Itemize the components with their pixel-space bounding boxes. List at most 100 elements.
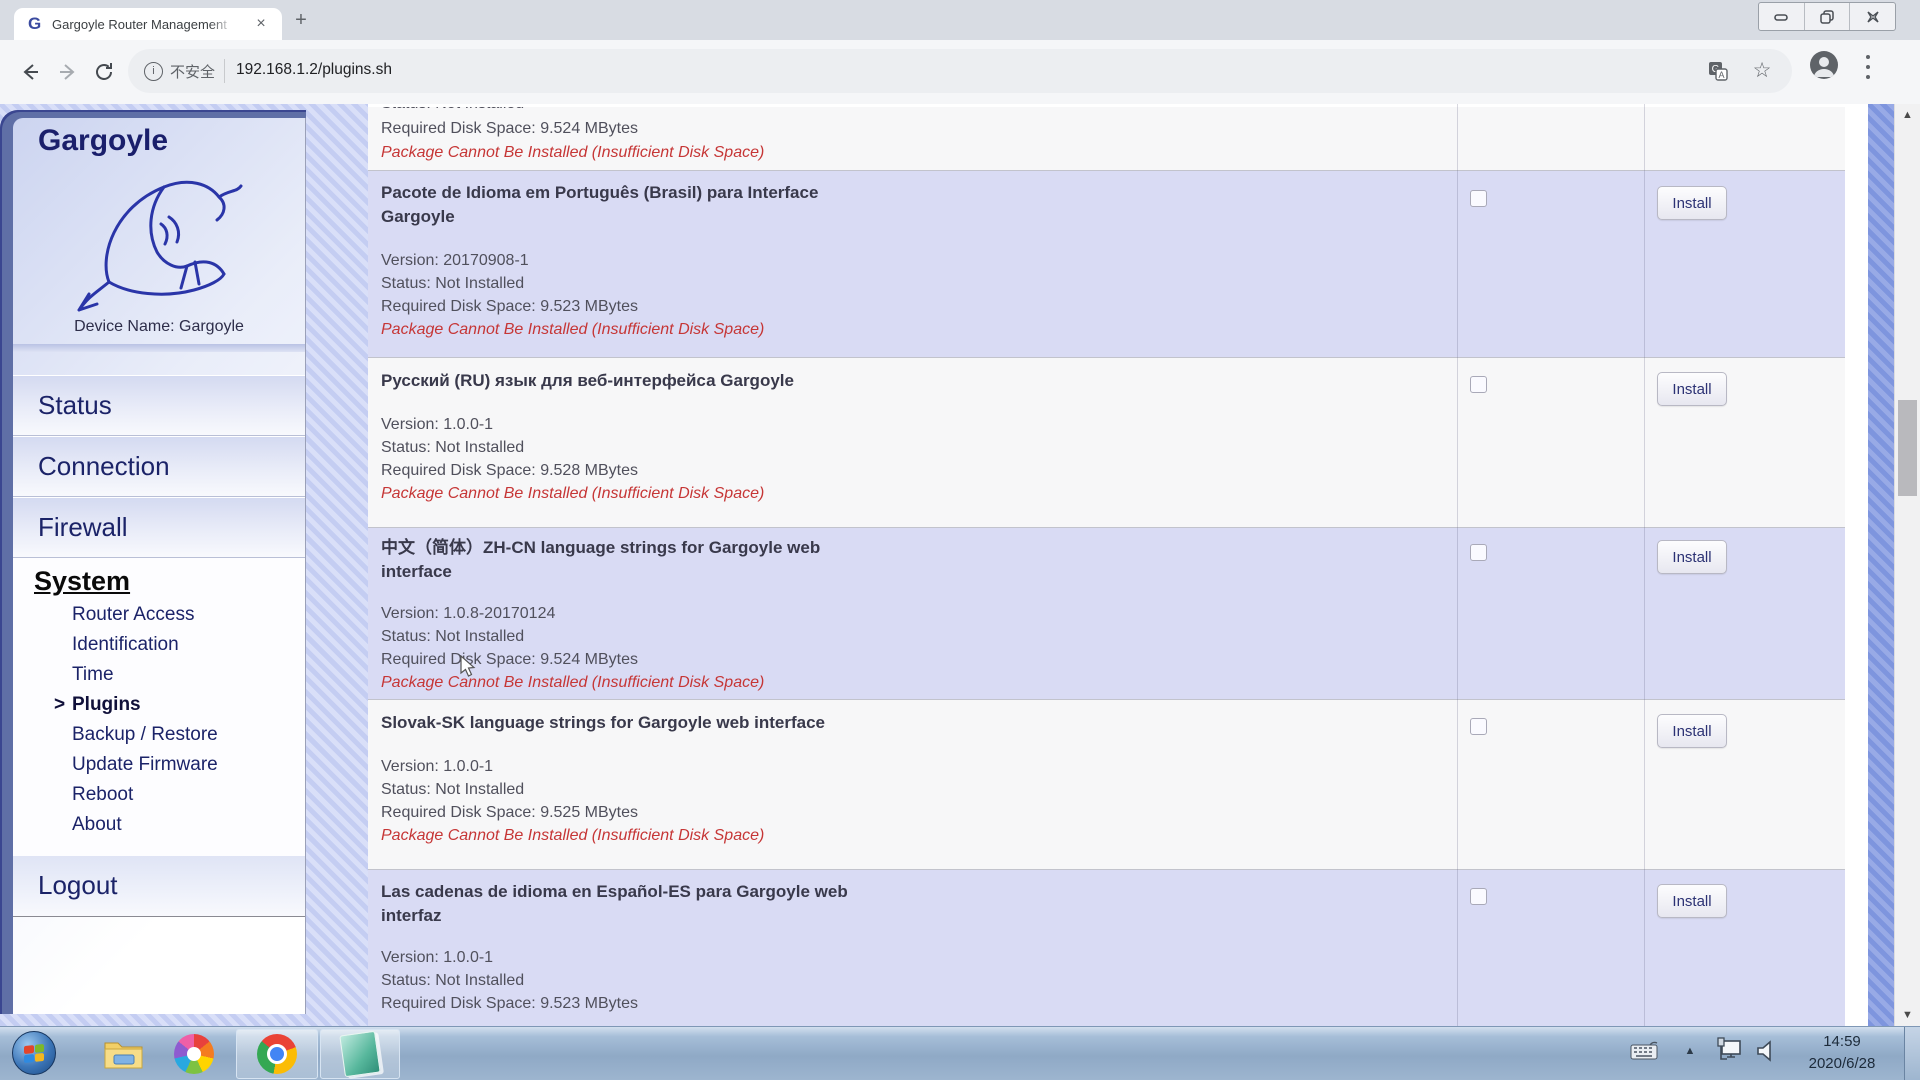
- install-button[interactable]: Install: [1657, 186, 1727, 220]
- restore-button[interactable]: [1805, 3, 1851, 30]
- sidebar-item-logout[interactable]: Logout: [13, 856, 305, 917]
- sidebar-item-router-access[interactable]: Router Access: [72, 604, 292, 630]
- package-error: Package Cannot Be Installed (Insufficien…: [381, 142, 764, 164]
- network-icon[interactable]: [1712, 1037, 1746, 1065]
- web-page: Gargoyle Device Name: Gargoyle: [0, 104, 1920, 1026]
- start-button[interactable]: [12, 1031, 56, 1075]
- notepad-icon: [339, 1031, 380, 1078]
- reload-icon[interactable]: [88, 56, 120, 88]
- browser-tab[interactable]: G Gargoyle Router Management ×: [14, 8, 282, 40]
- sidebar-item-identification[interactable]: Identification: [72, 634, 292, 660]
- forward-icon[interactable]: [52, 56, 84, 88]
- minimize-button[interactable]: [1759, 3, 1805, 30]
- package-status: Status: Not Installed: [381, 779, 524, 801]
- package-row: Slovak-SK language strings for Gargoyle …: [368, 700, 1845, 870]
- sidebar-item-update-firmware[interactable]: Update Firmware: [72, 754, 292, 780]
- table-column-divider: [1457, 104, 1458, 1026]
- folder-icon: [102, 1035, 146, 1073]
- address-bar[interactable]: i 不安全 192.168.1.2/plugins.sh GA ☆: [128, 49, 1792, 93]
- package-checkbox[interactable]: [1470, 190, 1487, 207]
- taskbar-browser-pinwheel-button[interactable]: [162, 1029, 226, 1079]
- package-status: Status: Not Installed: [381, 437, 524, 459]
- sidebar: Gargoyle Device Name: Gargoyle: [13, 118, 306, 1014]
- package-checkbox[interactable]: [1470, 376, 1487, 393]
- package-row: 中文（简体）ZH-CN language strings for Gargoyl…: [368, 528, 1845, 700]
- package-version: Version: 1.0.8-20170124: [381, 603, 555, 625]
- package-error: Package Cannot Be Installed (Insufficien…: [381, 825, 764, 847]
- windows-logo-icon: [24, 1044, 44, 1063]
- close-button[interactable]: [1850, 3, 1895, 30]
- sidebar-item-connection[interactable]: Connection: [13, 436, 305, 497]
- package-row-partial: Status: Not Installed Required Disk Spac…: [368, 107, 1845, 171]
- scrollbar-thumb[interactable]: [1898, 400, 1917, 496]
- package-version: Version: 1.0.0-1: [381, 414, 493, 436]
- taskbar-clock[interactable]: 14:59 2020/6/28: [1790, 1031, 1894, 1077]
- clock-time: 14:59: [1790, 1031, 1894, 1053]
- tab-title-fade: [210, 14, 244, 36]
- taskbar-notepad-button[interactable]: [320, 1029, 400, 1079]
- sidebar-item-backup-restore[interactable]: Backup / Restore: [72, 724, 292, 750]
- tray-expand-icon[interactable]: ▲: [1678, 1045, 1702, 1057]
- translate-icon[interactable]: GA: [1704, 59, 1732, 83]
- package-error: Package Cannot Be Installed (Insufficien…: [381, 483, 764, 505]
- package-disk-space: Required Disk Space: 9.524 MBytes: [381, 118, 638, 140]
- package-checkbox[interactable]: [1470, 718, 1487, 735]
- package-version: Version: 1.0.0-1: [381, 947, 493, 969]
- package-title: Slovak-SK language strings for Gargoyle …: [381, 711, 1081, 735]
- install-button[interactable]: Install: [1657, 372, 1727, 406]
- desktop-screen: G Gargoyle Router Management × +: [0, 0, 1920, 1080]
- page-scrollbar[interactable]: ▲ ▼: [1894, 104, 1920, 1026]
- scroll-down-icon[interactable]: ▼: [1895, 1009, 1920, 1021]
- install-button[interactable]: Install: [1657, 714, 1727, 748]
- active-item-marker: >: [54, 694, 65, 716]
- package-title: Русский (RU) язык для веб-интерфейса Gar…: [381, 369, 1081, 393]
- bookmark-star-icon[interactable]: ☆: [1748, 59, 1776, 83]
- sidebar-item-reboot[interactable]: Reboot: [72, 784, 292, 810]
- browser-menu-icon[interactable]: [1862, 53, 1874, 81]
- sidebar-item-system[interactable]: System: [34, 566, 130, 597]
- input-method-icon[interactable]: [1628, 1041, 1660, 1061]
- browser-toolbar: i 不安全 192.168.1.2/plugins.sh GA ☆: [0, 40, 1920, 105]
- window-controls: [1758, 2, 1896, 31]
- security-label: 不安全: [170, 61, 215, 82]
- browser-titlebar: G Gargoyle Router Management × +: [0, 0, 1920, 40]
- package-status: Status: Not Installed: [381, 626, 524, 648]
- clock-date: 2020/6/28: [1790, 1053, 1894, 1075]
- pinwheel-browser-icon: [174, 1034, 214, 1074]
- page-info-icon[interactable]: i: [144, 62, 163, 81]
- package-disk-space: Required Disk Space: 9.525 MBytes: [381, 802, 638, 824]
- scroll-up-icon[interactable]: ▲: [1895, 109, 1920, 121]
- sidebar-item-time[interactable]: Time: [72, 664, 292, 690]
- package-disk-space: Required Disk Space: 9.523 MBytes: [381, 993, 638, 1015]
- install-button[interactable]: Install: [1657, 884, 1727, 918]
- package-status: Status: Not Installed: [381, 107, 524, 115]
- taskbar-explorer-button[interactable]: [92, 1029, 156, 1079]
- mouse-cursor: [459, 655, 481, 684]
- package-status: Status: Not Installed: [381, 273, 524, 295]
- back-icon[interactable]: [14, 56, 46, 88]
- package-title: Las cadenas de idioma en Español-ES para…: [381, 880, 1081, 928]
- url-text[interactable]: 192.168.1.2/plugins.sh: [236, 61, 392, 79]
- package-checkbox[interactable]: [1470, 544, 1487, 561]
- package-version: Version: 1.0.0-1: [381, 756, 493, 778]
- package-status: Status: Not Installed: [381, 970, 524, 992]
- sidebar-item-status[interactable]: Status: [13, 375, 305, 436]
- package-row: Las cadenas de idioma en Español-ES para…: [368, 870, 1845, 1026]
- show-desktop-button[interactable]: [1904, 1027, 1920, 1080]
- sidebar-item-about[interactable]: About: [72, 814, 292, 840]
- gargoyle-logo: [69, 162, 249, 318]
- package-disk-space: Required Disk Space: 9.528 MBytes: [381, 460, 638, 482]
- sidebar-item-firewall[interactable]: Firewall: [13, 497, 305, 558]
- package-checkbox[interactable]: [1470, 888, 1487, 905]
- sidebar-item-plugins[interactable]: >Plugins: [72, 694, 292, 720]
- taskbar: ▲ 14:59 2020/6/28: [0, 1026, 1920, 1080]
- taskbar-chrome-button[interactable]: [236, 1029, 318, 1079]
- volume-icon[interactable]: [1752, 1039, 1782, 1063]
- tab-close-icon[interactable]: ×: [252, 15, 270, 33]
- new-tab-button[interactable]: +: [290, 10, 312, 32]
- install-button[interactable]: Install: [1657, 540, 1727, 574]
- package-title: 中文（简体）ZH-CN language strings for Gargoyl…: [381, 536, 1081, 584]
- profile-avatar[interactable]: [1810, 51, 1838, 79]
- package-version: Version: 20170908-1: [381, 250, 529, 272]
- package-title: Pacote de Idioma em Português (Brasil) p…: [381, 181, 1081, 229]
